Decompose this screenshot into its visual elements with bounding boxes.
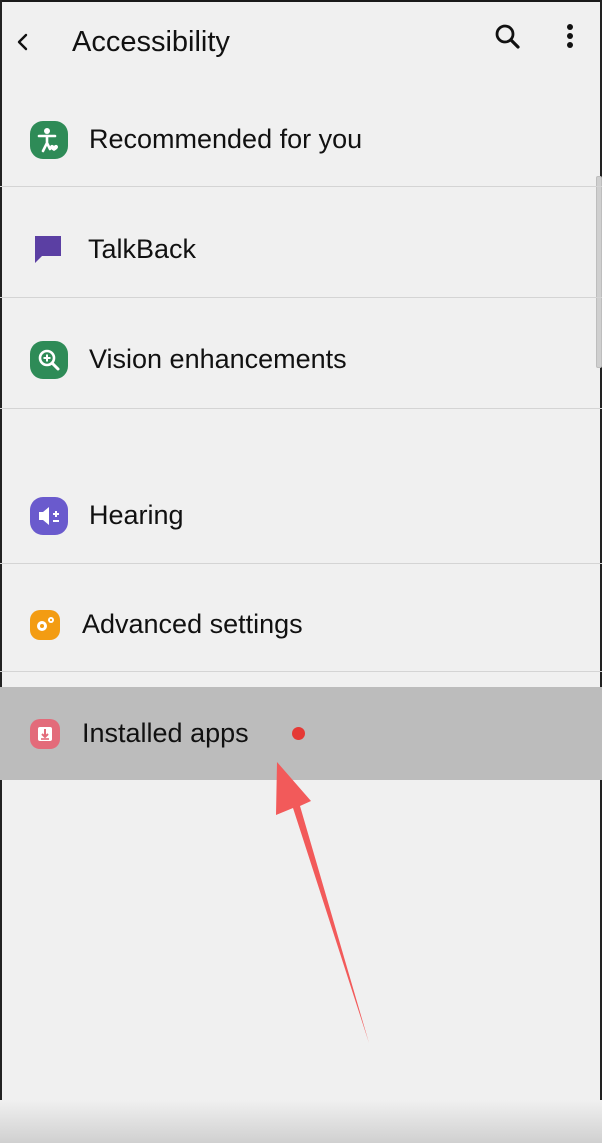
more-options-button[interactable]: [552, 18, 588, 58]
magnifier-icon: [30, 341, 68, 384]
menu-item-hearing[interactable]: Hearing: [0, 460, 602, 563]
menu-item-label: Vision enhancements: [89, 344, 347, 374]
menu-item-installed-apps[interactable]: Installed apps: [0, 687, 602, 780]
more-vertical-icon: [567, 24, 573, 48]
menu-item-recommended[interactable]: Recommended for you: [0, 100, 602, 186]
menu-item-label: Recommended for you: [89, 124, 363, 154]
search-icon: [495, 24, 520, 49]
menu-item-label: Hearing: [89, 500, 184, 530]
gears-icon: [30, 610, 60, 645]
accessibility-person-icon: [30, 121, 68, 164]
menu-item-label: Advanced settings: [82, 609, 303, 639]
app-bar: Accessibility: [0, 0, 602, 86]
menu-item-advanced-settings[interactable]: Advanced settings: [0, 564, 602, 671]
menu-item-talkback[interactable]: TalkBack: [0, 187, 602, 297]
speaker-icon: [30, 497, 68, 540]
download-icon: [30, 719, 60, 754]
notification-dot: [292, 727, 305, 740]
divider: [0, 408, 602, 409]
back-button[interactable]: [10, 22, 34, 62]
page-title: Accessibility: [72, 26, 230, 58]
search-button[interactable]: [488, 18, 528, 58]
menu-item-label: Installed apps: [82, 718, 249, 748]
chevron-left-icon: [17, 33, 28, 51]
bottom-edge: [0, 1100, 602, 1143]
speech-bubble-icon: [32, 233, 64, 270]
menu-item-vision[interactable]: Vision enhancements: [0, 298, 602, 408]
divider: [0, 671, 602, 672]
menu-item-label: TalkBack: [88, 234, 197, 264]
